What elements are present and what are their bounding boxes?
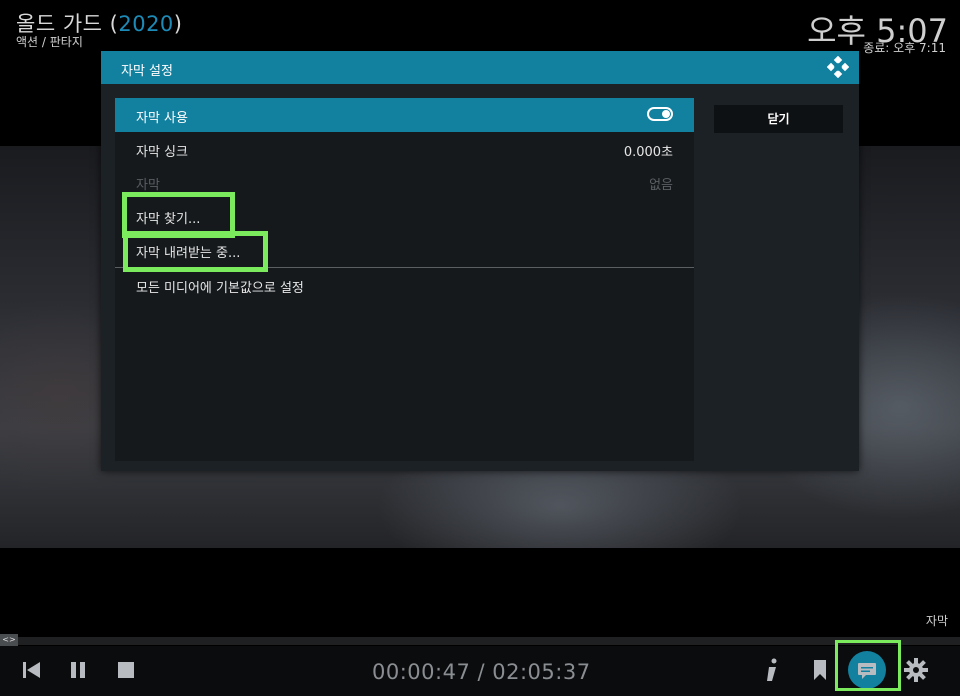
seek-bar[interactable]	[0, 637, 960, 645]
row-label: 모든 미디어에 기본값으로 설정	[136, 281, 304, 296]
pause-icon[interactable]	[64, 656, 92, 684]
highlight-box-subtitles	[835, 640, 901, 691]
row-label: 자막 싱크	[136, 145, 188, 160]
previous-icon[interactable]	[18, 656, 46, 684]
settings-gear-icon[interactable]	[902, 656, 930, 684]
media-genre: 액션 / 판타지	[16, 35, 83, 49]
row-label: 자막	[136, 178, 160, 193]
enable-subtitles-row[interactable]: 자막 사용	[115, 98, 694, 132]
playback-time: 00:00:47 / 02:05:37	[372, 660, 591, 684]
bookmark-icon[interactable]	[806, 656, 834, 684]
settings-list: 자막 사용 자막 싱크 0.000초 자막 없음 자막 찾기... 자막 내려받…	[115, 98, 694, 461]
subtitle-sync-row[interactable]: 자막 싱크 0.000초	[115, 132, 694, 166]
osd-current-label: 자막	[925, 614, 948, 628]
dialog-header: 자막 설정	[101, 51, 859, 84]
dialog-title: 자막 설정	[121, 64, 173, 79]
highlight-box-download	[123, 231, 268, 272]
title-year: 2020	[118, 12, 174, 36]
end-time: 종료: 오후 7:11	[863, 41, 946, 55]
seek-handle-icon[interactable]: <>	[0, 634, 18, 646]
kodi-logo-icon	[827, 56, 849, 78]
info-icon[interactable]	[758, 656, 786, 684]
toggle-switch-icon[interactable]	[647, 107, 673, 121]
close-button[interactable]: 닫기	[714, 105, 843, 133]
row-value: 0.000초	[623, 145, 673, 160]
set-as-default-row[interactable]: 모든 미디어에 기본값으로 설정	[115, 268, 694, 302]
stop-icon[interactable]	[112, 656, 140, 684]
row-value: 없음	[649, 178, 673, 193]
row-label: 자막 사용	[136, 111, 188, 126]
